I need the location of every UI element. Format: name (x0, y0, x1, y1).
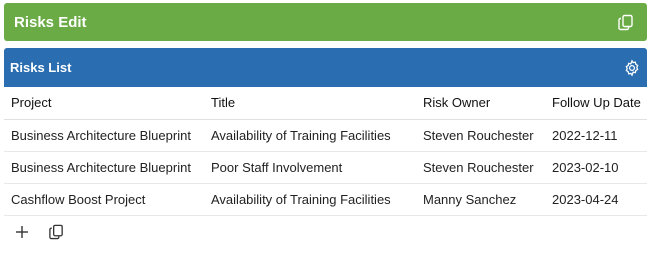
cell-follow-up-date: 2023-04-24 (545, 183, 647, 216)
column-header-follow-up-date[interactable]: Follow Up Date (545, 87, 647, 120)
cell-follow-up-date: 2022-12-11 (545, 119, 647, 152)
risks-edit-title: Risks Edit (14, 13, 87, 31)
risks-list-panel: Risks List Project Title Risk Owner Foll… (4, 48, 647, 256)
table-header-row: Project Title Risk Owner Follow Up Date (4, 87, 647, 120)
cell-follow-up-date: 2023-02-10 (545, 151, 647, 184)
cell-project: Cashflow Boost Project (4, 183, 204, 216)
risks-table: Project Title Risk Owner Follow Up Date … (4, 87, 647, 216)
cell-project: Business Architecture Blueprint (4, 119, 204, 152)
risks-list-header: Risks List (4, 48, 647, 87)
table-row[interactable]: Business Architecture Blueprint Poor Sta… (4, 151, 647, 184)
gear-icon[interactable] (621, 57, 643, 79)
table-footer-actions (4, 216, 647, 242)
cell-risk-owner: Steven Rouchester (416, 119, 545, 152)
column-header-risk-owner[interactable]: Risk Owner (416, 87, 545, 120)
plus-icon[interactable] (12, 222, 32, 242)
cell-risk-owner: Manny Sanchez (416, 183, 545, 216)
cell-title: Availability of Training Facilities (204, 119, 416, 152)
copy-icon[interactable] (46, 222, 66, 242)
table-row[interactable]: Cashflow Boost Project Availability of T… (4, 183, 647, 216)
cell-project: Business Architecture Blueprint (4, 151, 204, 184)
cell-risk-owner: Steven Rouchester (416, 151, 545, 184)
cell-title: Poor Staff Involvement (204, 151, 416, 184)
table-row[interactable]: Business Architecture Blueprint Availabi… (4, 119, 647, 152)
risks-edit-header: Risks Edit (4, 3, 647, 41)
column-header-title[interactable]: Title (204, 87, 416, 120)
risks-list-title: Risks List (10, 60, 72, 75)
copy-icon[interactable] (615, 11, 637, 33)
column-header-project[interactable]: Project (4, 87, 204, 120)
cell-title: Availability of Training Facilities (204, 183, 416, 216)
